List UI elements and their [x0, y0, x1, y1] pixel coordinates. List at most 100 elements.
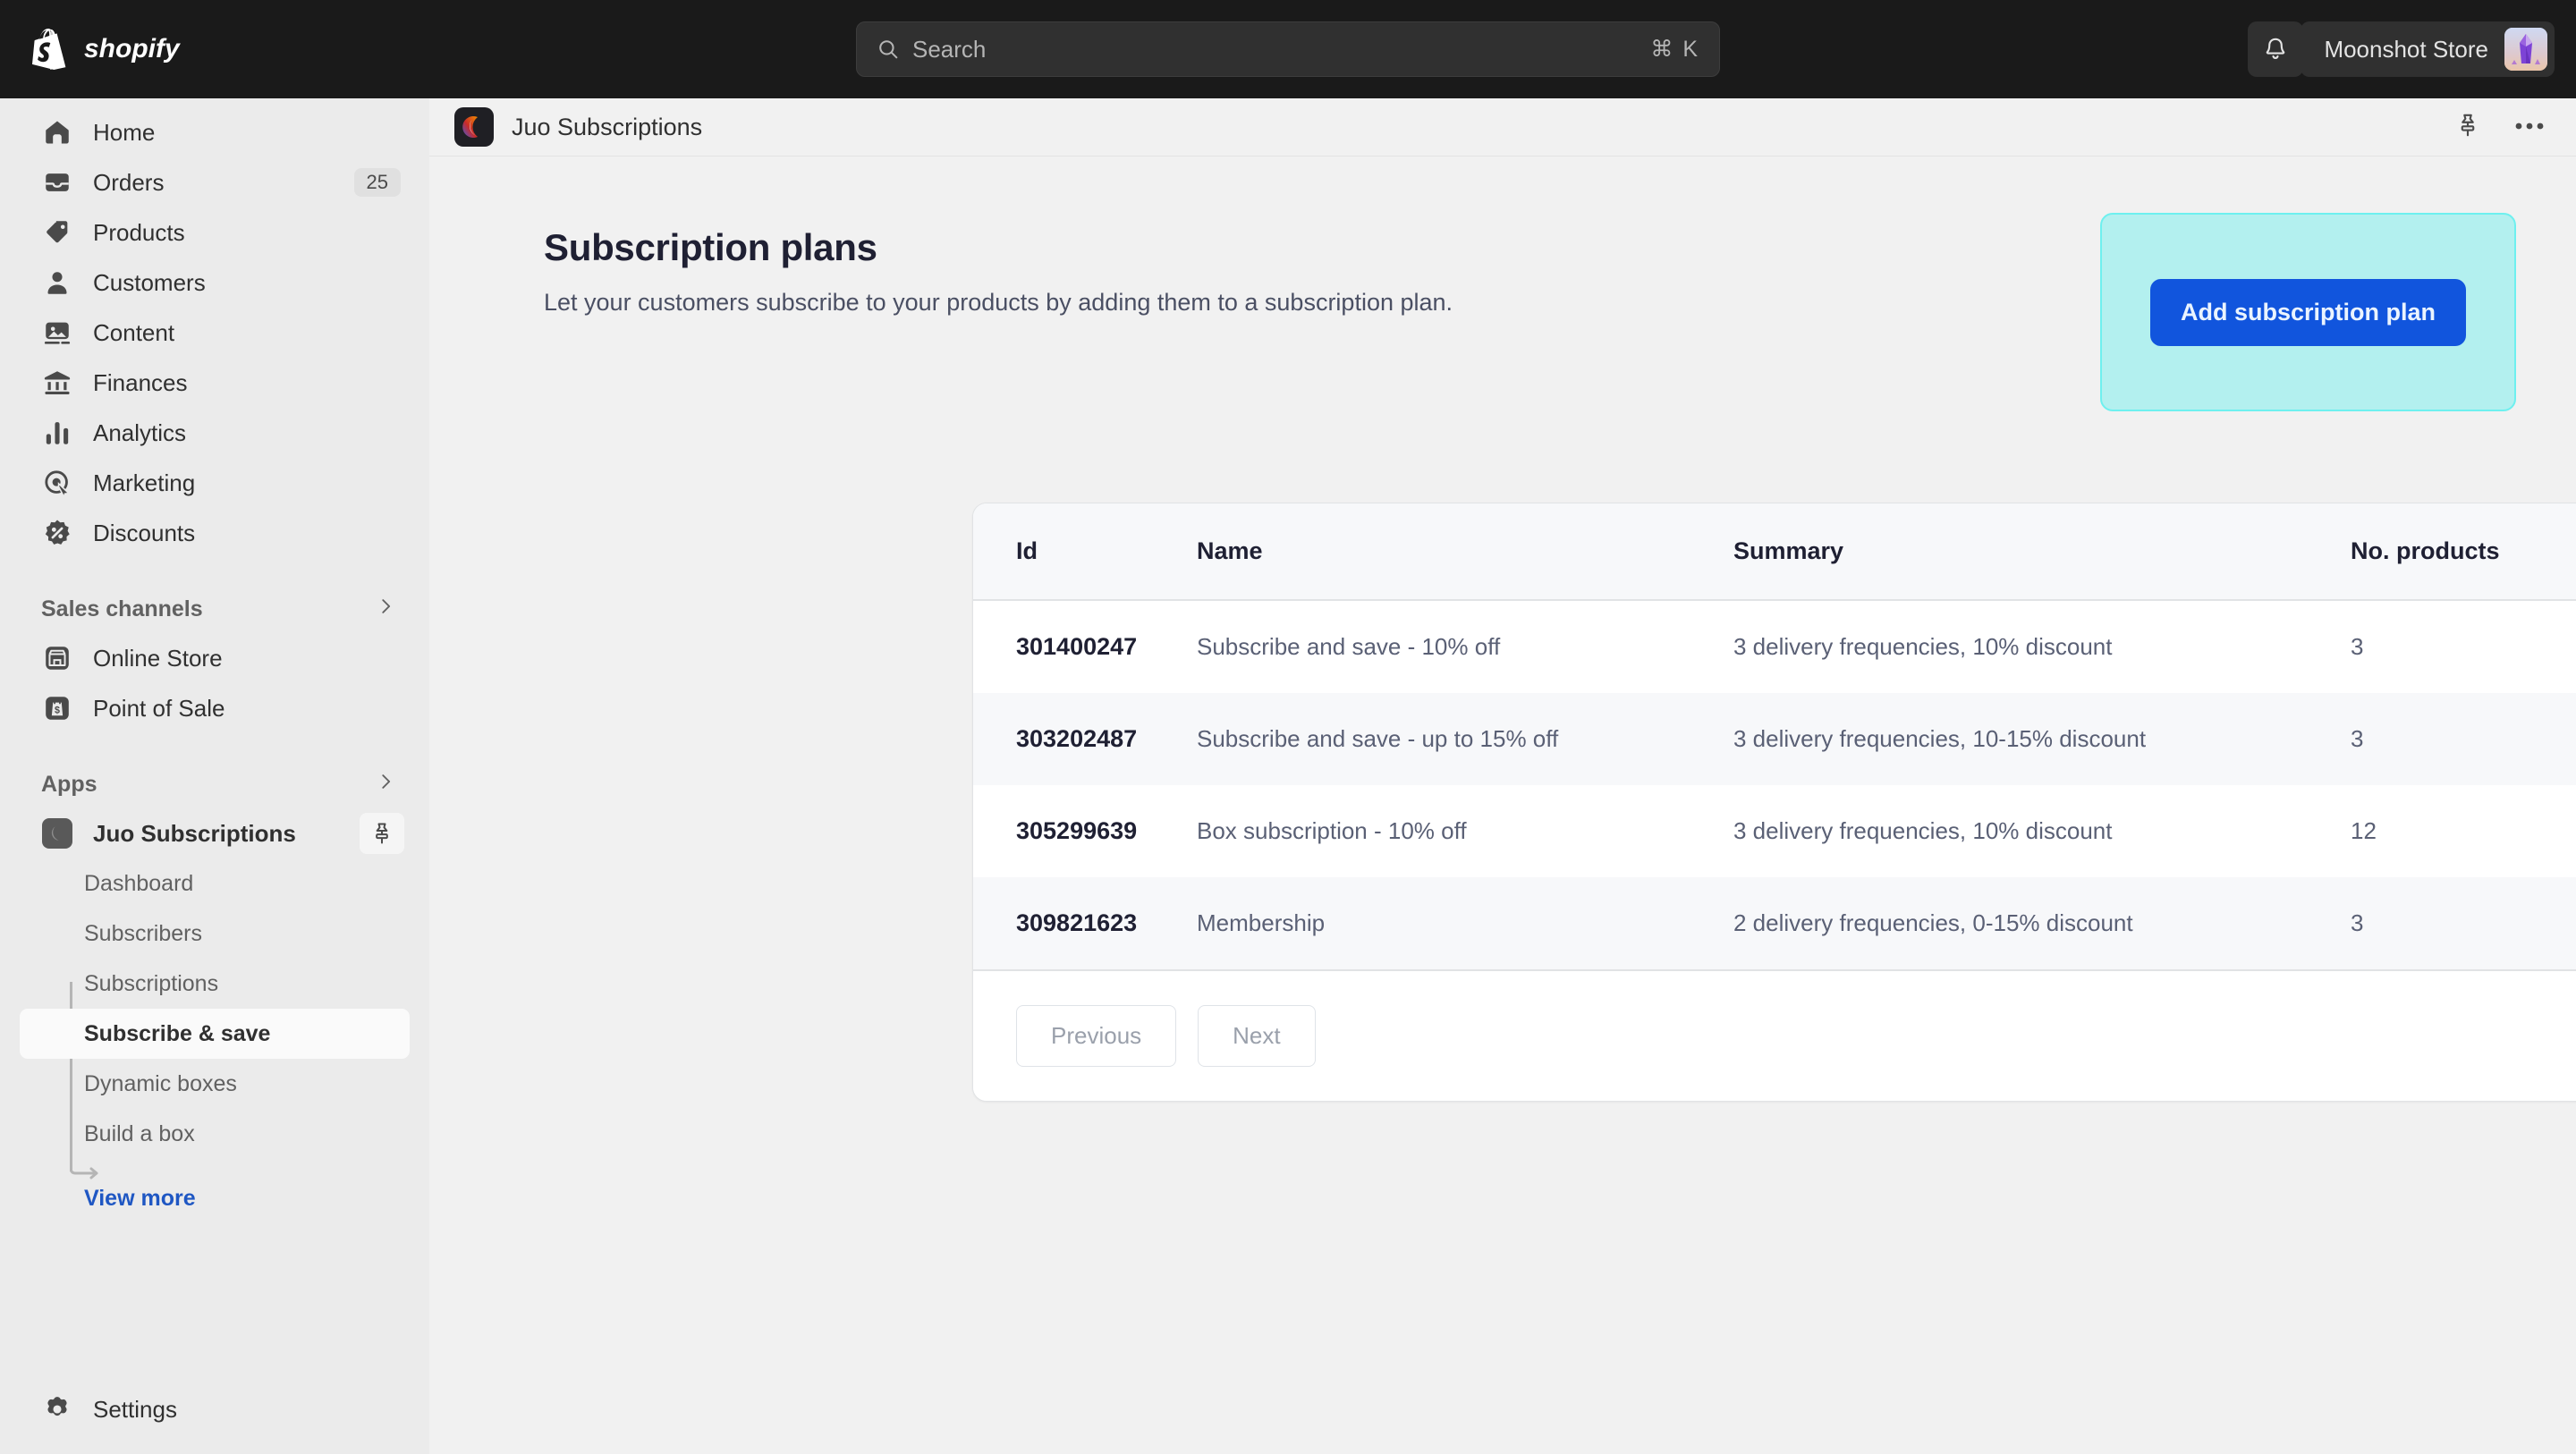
sidebar-item-discounts[interactable]: Discounts	[20, 508, 410, 558]
cell-no-products: 3	[2351, 877, 2576, 971]
cell-summary: 3 delivery frequencies, 10% discount	[1733, 817, 2113, 844]
sidebar-item-label: Subscribe & save	[84, 1020, 271, 1046]
sidebar-item-label: Home	[93, 118, 156, 146]
cell-id: 301400247	[1016, 633, 1138, 660]
crystal-icon	[2504, 28, 2547, 71]
column-header-id: Id	[973, 503, 1197, 601]
bell-icon	[2266, 38, 2285, 59]
subscription-plans-table: Id Name Summary No. products 301400247 Su…	[973, 503, 2576, 971]
notifications-button[interactable]	[2248, 21, 2303, 77]
sidebar-item-home[interactable]: Home	[20, 107, 410, 157]
sidebar-item-finances[interactable]: Finances	[20, 358, 410, 408]
add-subscription-plan-button[interactable]: Add subscription plan	[2149, 278, 2466, 346]
section-label: Sales channels	[41, 596, 203, 621]
chevron-right-icon	[376, 772, 395, 798]
cell-id: 309821623	[973, 877, 1197, 971]
sidebar-item-content[interactable]: Content	[20, 308, 410, 358]
sidebar-item-label: Settings	[93, 1395, 177, 1423]
previous-page-button[interactable]: Previous	[1016, 1005, 1177, 1067]
sidebar-item-label: Products	[93, 218, 185, 246]
sidebar-item-label: Subscribers	[84, 920, 202, 946]
app-title: Juo Subscriptions	[512, 113, 703, 140]
sidebar-item-label: Dashboard	[84, 870, 194, 896]
juo-moon-icon	[454, 107, 494, 147]
sidebar-section-sales-channels[interactable]: Sales channels	[20, 585, 410, 633]
avatar	[2504, 28, 2547, 71]
sidebar-tree-arrow-icon	[69, 1158, 100, 1184]
pin-icon[interactable]	[2454, 112, 2481, 143]
main-content: Juo Subscriptions Subscription plans Let…	[429, 98, 2576, 1454]
table-head: Id Name Summary No. products	[973, 503, 2576, 601]
sidebar-item-label: Finances	[93, 368, 188, 396]
search-input[interactable]: Search ⌘ K	[856, 21, 1720, 77]
cell-name: Membership	[1197, 877, 1733, 971]
cell-summary: 3 delivery frequencies, 10% discount	[1733, 633, 2113, 660]
table-header-row: Id Name Summary No. products	[973, 503, 2576, 601]
sidebar-item-customers[interactable]: Customers	[20, 258, 410, 308]
ellipsis-icon[interactable]	[2515, 119, 2544, 135]
shopify-wordmark: shopify	[84, 34, 181, 63]
sidebar-item-dynamic-boxes[interactable]: Dynamic boxes	[20, 1059, 410, 1109]
sidebar-item-dashboard[interactable]: Dashboard	[20, 858, 410, 909]
sidebar-item-label: Orders	[93, 168, 165, 196]
sidebar-item-products[interactable]: Products	[20, 207, 410, 258]
svg-text:shopify: shopify	[84, 34, 181, 63]
global-topbar: shopify Search ⌘ K Moonshot Store	[0, 0, 2576, 98]
orders-icon	[41, 166, 73, 199]
main-sidebar: Home Orders 25 Products Customers Conten…	[0, 98, 429, 1454]
app-context-bar: Juo Subscriptions	[429, 98, 2576, 156]
table-row: 301400247 Subscribe and save - 10% off 3 d…	[973, 600, 2576, 693]
sidebar-item-subscribe-and-save[interactable]: Subscribe & save	[20, 1009, 410, 1059]
sidebar-item-marketing[interactable]: Marketing	[20, 458, 410, 508]
section-label: Apps	[41, 771, 97, 797]
sidebar-item-subscriptions[interactable]: Subscriptions	[20, 959, 410, 1009]
sidebar-item-orders[interactable]: Orders 25	[20, 157, 410, 207]
subscription-plans-table-card: Id Name Summary No. products 301400247 Su…	[972, 503, 2576, 1102]
cell-id: 305299639	[1016, 817, 1138, 844]
shopify-logo[interactable]: shopify	[32, 29, 200, 70]
cell-name: Subscribe and save - up to 15% off	[1197, 725, 1559, 752]
marketing-icon	[41, 467, 73, 499]
cell-summary: 3 delivery frequencies, 10-15% discount	[1733, 725, 2147, 752]
pagination: Previous Next	[973, 971, 2576, 1101]
sidebar-item-settings[interactable]: Settings	[20, 1384, 410, 1434]
content-icon	[41, 317, 73, 349]
view-more-label: View more	[84, 1185, 196, 1211]
online-store-icon	[41, 642, 73, 674]
finances-icon	[41, 367, 73, 399]
juo-moon-icon	[41, 817, 73, 850]
sidebar-item-build-a-box[interactable]: Build a box	[20, 1109, 410, 1159]
sidebar-item-subscribers[interactable]: Subscribers	[20, 909, 410, 959]
sidebar-item-online-store[interactable]: Online Store	[20, 633, 410, 683]
sidebar-item-juo-subscriptions[interactable]: Juo Subscriptions	[20, 808, 410, 858]
cell-name: Box subscription - 10% off	[1197, 817, 1467, 844]
table-row: 305299639 Box subscription - 10% off 3 del…	[973, 785, 2576, 877]
sidebar-item-label: Point of Sale	[93, 694, 225, 722]
next-page-button[interactable]: Next	[1198, 1005, 1316, 1067]
search-icon	[879, 40, 898, 59]
svg-text:$: $	[55, 705, 60, 715]
sidebar-item-label: Content	[93, 318, 175, 346]
pin-icon[interactable]	[360, 813, 404, 854]
cell-no-products: 3	[2351, 725, 2364, 752]
sidebar-item-point-of-sale[interactable]: $ Point of Sale	[20, 683, 410, 733]
column-header-name: Name	[1197, 503, 1733, 601]
store-switcher-button[interactable]: Moonshot Store	[2301, 21, 2555, 77]
sidebar-section-apps[interactable]: Apps	[20, 760, 410, 808]
sidebar-item-analytics[interactable]: Analytics	[20, 408, 410, 458]
sidebar-item-label: Online Store	[93, 644, 223, 672]
cell-id: 303202487	[1016, 725, 1138, 752]
table-body: 301400247 Subscribe and save - 10% off 3 d…	[973, 600, 2576, 971]
sidebar-item-label: Analytics	[93, 418, 187, 446]
sidebar-item-label: Subscriptions	[84, 970, 219, 996]
cell-summary: 2 delivery frequencies, 0-15% discount	[1733, 877, 2351, 971]
customers-icon	[41, 266, 73, 299]
store-name-label: Moonshot Store	[2324, 35, 2488, 63]
column-header-no-products: No. products	[2351, 503, 2576, 601]
sidebar-item-label: Build a box	[84, 1120, 195, 1146]
point-of-sale-icon: $	[41, 692, 73, 724]
discounts-icon	[41, 517, 73, 549]
orders-count-badge: 25	[353, 168, 401, 197]
shopify-bag-icon	[32, 29, 66, 70]
sidebar-item-label: Dynamic boxes	[84, 1070, 237, 1096]
